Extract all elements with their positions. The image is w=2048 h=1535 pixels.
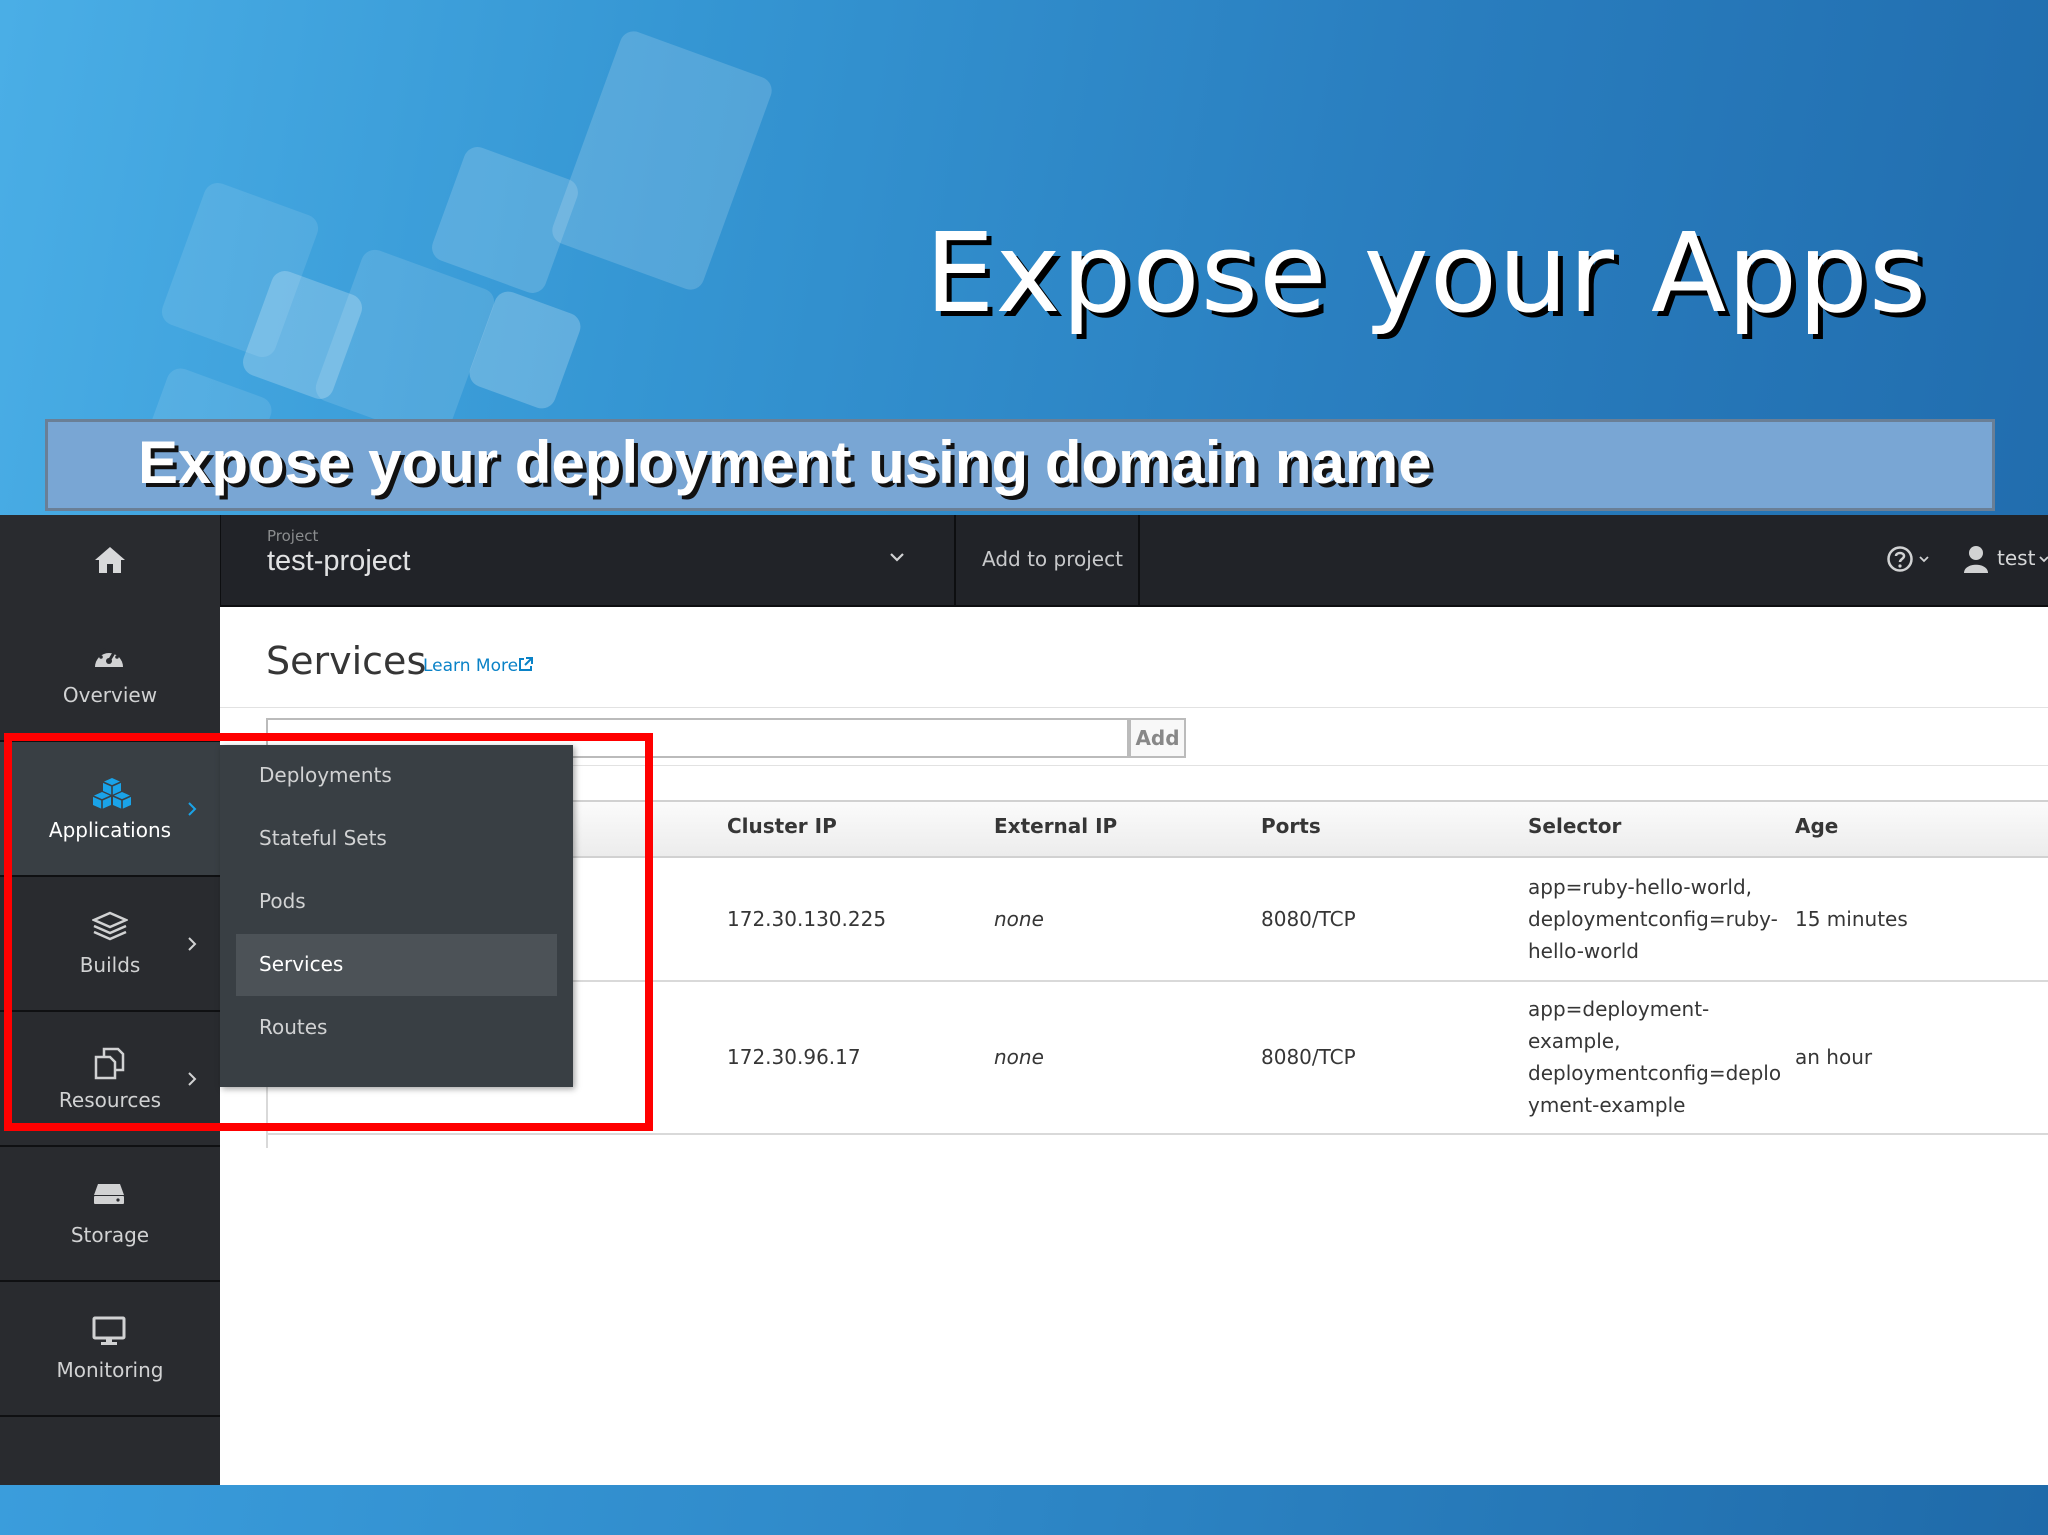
project-name: test-project	[267, 545, 411, 577]
add-to-project-label: Add to project	[982, 547, 1123, 571]
sidebar-item-storage[interactable]: Storage	[0, 1147, 220, 1282]
sidebar-item-label: Storage	[70, 1223, 150, 1247]
help-icon[interactable]	[1886, 545, 1914, 573]
cell-selector: app=ruby-hello-world, deploymentconfig=r…	[1528, 871, 1778, 967]
column-header-cluster-ip[interactable]: Cluster IP	[727, 814, 837, 838]
chevron-down-icon	[2039, 556, 2048, 563]
selector-line: hello-world	[1528, 939, 1639, 963]
sidebar-item-label: Overview	[62, 683, 158, 707]
row-divider	[266, 1133, 2048, 1135]
cell-external-ip: none	[994, 907, 1044, 931]
column-header-selector[interactable]: Selector	[1528, 814, 1621, 838]
highlight-box	[4, 733, 653, 1131]
project-label: Project	[267, 527, 319, 545]
cell-cluster-ip: 172.30.130.225	[727, 907, 887, 931]
sidebar-item-overview[interactable]: Overview	[0, 607, 220, 742]
home-button[interactable]	[0, 515, 221, 607]
selector-line: deploymentconfig=deplo	[1528, 1061, 1782, 1085]
add-filter-button[interactable]: Add	[1129, 718, 1186, 758]
page-title: Services	[266, 639, 427, 683]
cell-ports: 8080/TCP	[1261, 907, 1356, 931]
slide-title: Expose your Apps	[925, 209, 1928, 337]
project-selector[interactable]: Project test-project	[221, 515, 956, 607]
chevron-down-icon	[1919, 556, 1929, 563]
cell-selector: app=deployment- example, deploymentconfi…	[1528, 993, 1781, 1121]
sidebar-item-monitoring[interactable]: Monitoring	[0, 1282, 220, 1417]
slide-subtitle: Expose your deployment using domain name	[138, 429, 1432, 496]
cell-external-ip: none	[994, 1045, 1044, 1069]
external-link-icon	[519, 657, 533, 671]
slide-footer-strip	[0, 1485, 2048, 1535]
user-icon[interactable]	[1963, 545, 1989, 573]
divider	[220, 707, 2048, 708]
chevron-down-icon	[890, 553, 904, 562]
cell-ports: 8080/TCP	[1261, 1045, 1356, 1069]
selector-line: yment-example	[1528, 1093, 1686, 1117]
storage-icon	[94, 1184, 124, 1204]
user-menu[interactable]: test	[1997, 546, 2035, 570]
top-navbar: Project test-project Add to project test	[0, 515, 2048, 607]
home-icon	[95, 547, 125, 573]
add-to-project-button[interactable]: Add to project	[956, 515, 1140, 607]
monitor-icon	[92, 1316, 126, 1345]
sidebar-item-label: Monitoring	[56, 1358, 164, 1382]
dashboard-icon	[95, 648, 123, 667]
selector-line: app=ruby-hello-world,	[1528, 875, 1753, 899]
cell-age: 15 minutes	[1795, 907, 1908, 931]
learn-more-link[interactable]: Learn More	[423, 656, 518, 676]
column-header-external-ip[interactable]: External IP	[994, 814, 1117, 838]
selector-line: app=deployment-	[1528, 997, 1710, 1021]
column-header-age[interactable]: Age	[1795, 814, 1838, 838]
selector-line: example,	[1528, 1029, 1621, 1053]
cell-cluster-ip: 172.30.96.17	[727, 1045, 861, 1069]
column-header-ports[interactable]: Ports	[1261, 814, 1321, 838]
cell-age: an hour	[1795, 1045, 1873, 1069]
selector-line: deploymentconfig=ruby-	[1528, 907, 1778, 931]
